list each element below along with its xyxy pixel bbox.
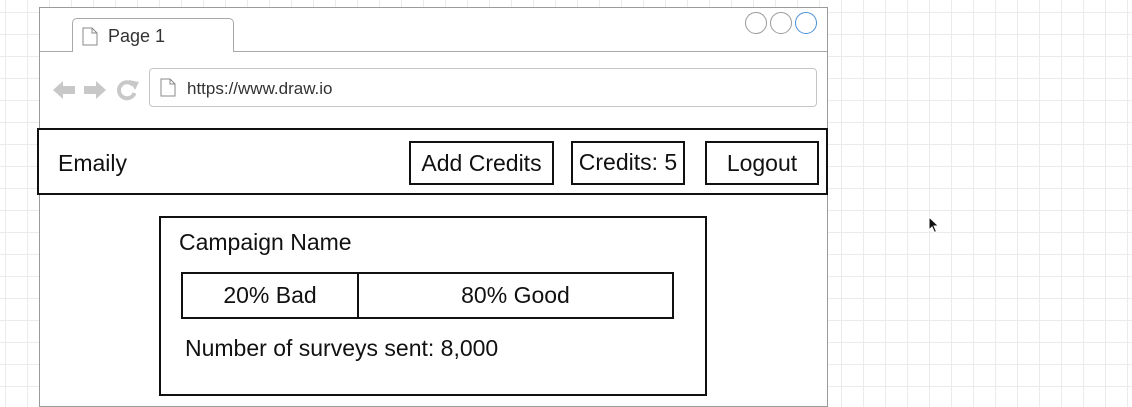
window-control-circle[interactable] [770, 12, 792, 34]
bad-segment-label: 20% Bad [223, 282, 317, 308]
logout-button[interactable]: Logout [705, 141, 819, 185]
document-icon [160, 78, 176, 102]
tab-label: Page 1 [108, 26, 166, 46]
address-bar[interactable]: https://www.draw.io [149, 68, 817, 107]
reload-icon[interactable] [116, 79, 140, 106]
brand-logo[interactable]: Emaily [58, 150, 127, 177]
good-segment: 80% Good [359, 274, 672, 317]
arrow-left-icon[interactable] [52, 80, 76, 105]
credits-display: Credits: 5 [571, 141, 685, 185]
url-text: https://www.draw.io [187, 79, 333, 98]
campaign-name: Campaign Name [179, 229, 352, 255]
good-segment-label: 80% Good [461, 282, 570, 308]
survey-result-bar: 20% Bad 80% Good [181, 272, 674, 319]
window-control-circle[interactable] [745, 12, 767, 34]
mouse-cursor-icon [928, 215, 940, 239]
window-control-circle-active[interactable] [795, 12, 817, 34]
campaign-card: Campaign Name 20% Bad 80% Good Number of… [159, 216, 707, 396]
arrow-right-icon[interactable] [83, 80, 107, 105]
bad-segment: 20% Bad [183, 274, 359, 317]
document-icon [82, 27, 98, 51]
add-credits-button[interactable]: Add Credits [409, 141, 554, 185]
surveys-sent-text: Number of surveys sent: 8,000 [185, 335, 499, 361]
browser-tab[interactable]: Page 1 [72, 18, 234, 52]
app-header: Emaily Add Credits Credits: 5 Logout [37, 128, 828, 195]
